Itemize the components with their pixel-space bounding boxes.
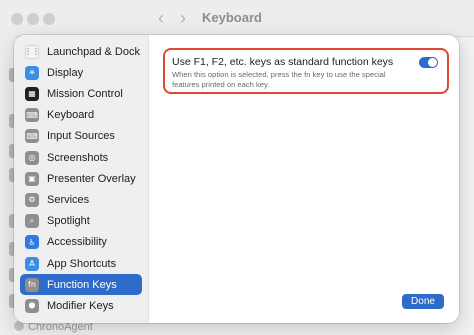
- sidebar-item-launchpad-dock[interactable]: ⋮⋮ Launchpad & Dock: [20, 41, 142, 62]
- sidebar-item-label: Services: [47, 193, 90, 206]
- sidebar-item-function-keys[interactable]: fn Function Keys: [20, 274, 142, 296]
- sidebar-item-screenshots[interactable]: ◎ Screenshots: [20, 147, 142, 168]
- launchpad-icon: ⋮⋮: [25, 44, 39, 59]
- input-sources-icon: ⌨: [25, 129, 39, 144]
- sidebar-item-label: Keyboard: [47, 109, 95, 122]
- background-sidebar: [0, 36, 18, 335]
- sidebar-item-label: Modifier Keys: [47, 299, 114, 312]
- background-titlebar: ‹ › Keyboard: [0, 0, 474, 37]
- sidebar-item-label: Input Sources: [47, 130, 115, 143]
- app-shortcuts-icon: A: [25, 256, 39, 271]
- sidebar-item-label: Spotlight: [47, 215, 90, 228]
- sidebar-item-modifier-keys[interactable]: ⬢ Modifier Keys: [20, 295, 142, 316]
- window-title: Keyboard: [202, 10, 262, 25]
- sidebar-item-label: Launchpad & Dock: [47, 45, 140, 58]
- option-description: When this option is selected, press the …: [172, 70, 386, 89]
- display-icon: ☀: [25, 65, 39, 80]
- sidebar-item-app-shortcuts[interactable]: A App Shortcuts: [20, 253, 142, 274]
- sidebar-item-mission-control[interactable]: ▦ Mission Control: [20, 83, 142, 104]
- sidebar-item-label: Display: [47, 66, 84, 79]
- sidebar-item-input-sources[interactable]: ⌨ Input Sources: [20, 126, 142, 147]
- sidebar-item-label: Screenshots: [47, 151, 109, 164]
- presenter-overlay-icon: ▣: [25, 171, 39, 186]
- back-icon[interactable]: ‹: [158, 8, 164, 29]
- toggle-knob: [428, 58, 437, 67]
- function-keys-toggle[interactable]: [419, 57, 438, 68]
- sidebar-item-label: App Shortcuts: [47, 257, 117, 270]
- services-icon: ⚙: [25, 192, 39, 207]
- sidebar-item-label: Mission Control: [47, 87, 123, 100]
- accessibility-icon: ♿: [25, 235, 39, 250]
- sidebar-item-label: Presenter Overlay: [47, 172, 136, 185]
- sidebar-item-keyboard[interactable]: ⌨ Keyboard: [20, 105, 142, 126]
- close-window-button[interactable]: [11, 13, 23, 25]
- spotlight-icon: ⌕: [25, 214, 39, 229]
- zoom-window-button[interactable]: [43, 13, 55, 25]
- keyboard-icon: ⌨: [25, 108, 39, 123]
- function-keys-option: Use F1, F2, etc. keys as standard functi…: [163, 48, 449, 94]
- minimize-window-button[interactable]: [27, 13, 39, 25]
- sidebar-item-spotlight[interactable]: ⌕ Spotlight: [20, 211, 142, 232]
- sidebar-item-label: Accessibility: [47, 236, 107, 249]
- done-button[interactable]: Done: [402, 294, 444, 309]
- mission-control-icon: ▦: [25, 86, 39, 101]
- screenshots-icon: ◎: [25, 150, 39, 165]
- sidebar-item-accessibility[interactable]: ♿ Accessibility: [20, 232, 142, 253]
- sidebar-item-display[interactable]: ☀ Display: [20, 62, 142, 83]
- function-keys-sheet: ⋮⋮ Launchpad & Dock ☀ Display ▦ Mission Contr…: [14, 35, 459, 323]
- sidebar-item-services[interactable]: ⚙ Services: [20, 189, 142, 210]
- option-title: Use F1, F2, etc. keys as standard functi…: [172, 56, 394, 68]
- sidebar-item-label: Function Keys: [47, 278, 117, 291]
- sidebar-item-presenter-overlay[interactable]: ▣ Presenter Overlay: [20, 168, 142, 189]
- forward-icon[interactable]: ›: [180, 8, 186, 29]
- modifier-keys-icon: ⬢: [25, 298, 39, 313]
- function-keys-icon: fn: [25, 277, 39, 292]
- sheet-content: Use F1, F2, etc. keys as standard functi…: [149, 35, 459, 323]
- sheet-sidebar: ⋮⋮ Launchpad & Dock ☀ Display ▦ Mission Contr…: [14, 35, 149, 323]
